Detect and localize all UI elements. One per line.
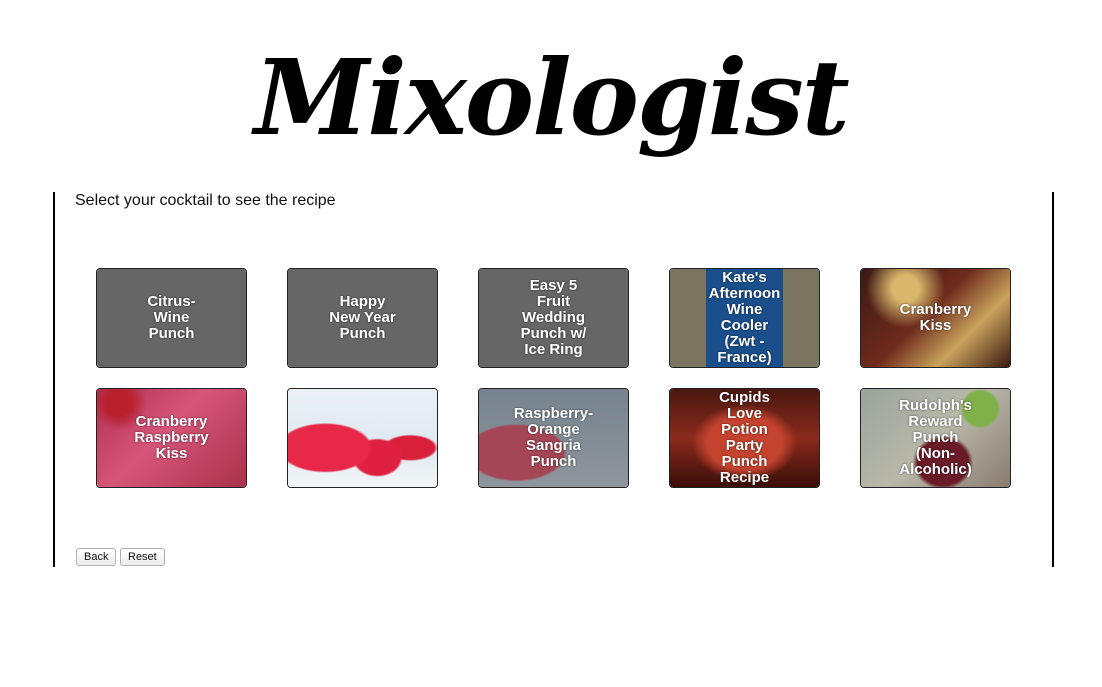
cocktail-card-pitcher-punch[interactable] [287, 388, 438, 488]
cocktail-card-rudolphs-reward-punch[interactable]: Rudolph's Reward Punch (Non- Alcoholic) [860, 388, 1011, 488]
select-prompt: Select your cocktail to see the recipe [75, 192, 336, 209]
cocktail-card-label: Cranberry Raspberry Kiss [134, 413, 209, 462]
cocktail-card-cupids-love-potion[interactable]: Cupids Love Potion Party Punch Recipe [669, 388, 820, 488]
cocktail-card-happy-new-year-punch[interactable]: Happy New Year Punch [287, 268, 438, 368]
cocktail-card-raspberry-orange-sangria-punch[interactable]: Raspberry- Orange Sangria Punch [478, 388, 629, 488]
cocktail-card-cranberry-kiss[interactable]: Cranberry Kiss [860, 268, 1011, 368]
cocktail-card-label: Happy New Year Punch [329, 293, 396, 342]
cocktail-card-label: Kate's Afternoon Wine Cooler (Zwt - Fran… [708, 269, 781, 366]
reset-button[interactable]: Reset [120, 548, 165, 566]
cocktail-panel: Select your cocktail to see the recipe C… [53, 192, 1054, 567]
cocktail-card-label: Rudolph's Reward Punch (Non- Alcoholic) [899, 397, 972, 478]
cocktail-card-cranberry-raspberry-kiss[interactable]: Cranberry Raspberry Kiss [96, 388, 247, 488]
cocktail-card-label: Cupids Love Potion Party Punch Recipe [719, 389, 770, 486]
cocktail-card-label: Raspberry- Orange Sangria Punch [513, 405, 594, 470]
cocktail-card-easy-5-fruit-wedding-punch[interactable]: Easy 5 Fruit Wedding Punch w/ Ice Ring [478, 268, 629, 368]
back-button[interactable]: Back [76, 548, 117, 566]
cocktail-card-label: Citrus- Wine Punch [147, 293, 196, 342]
cocktail-card-kates-afternoon-wine-cooler[interactable]: Kate's Afternoon Wine Cooler (Zwt - Fran… [669, 268, 820, 368]
cocktail-card-label: Easy 5 Fruit Wedding Punch w/ Ice Ring [520, 277, 587, 358]
cocktail-card-label: Cranberry Kiss [899, 301, 972, 334]
cocktail-card-citrus-wine-punch[interactable]: Citrus- Wine Punch [96, 268, 247, 368]
card-image [288, 389, 437, 487]
mixologist-logo: Mixologist [254, 36, 850, 159]
cocktail-grid: Citrus- Wine Punch Happy New Year Punch … [96, 268, 1012, 488]
